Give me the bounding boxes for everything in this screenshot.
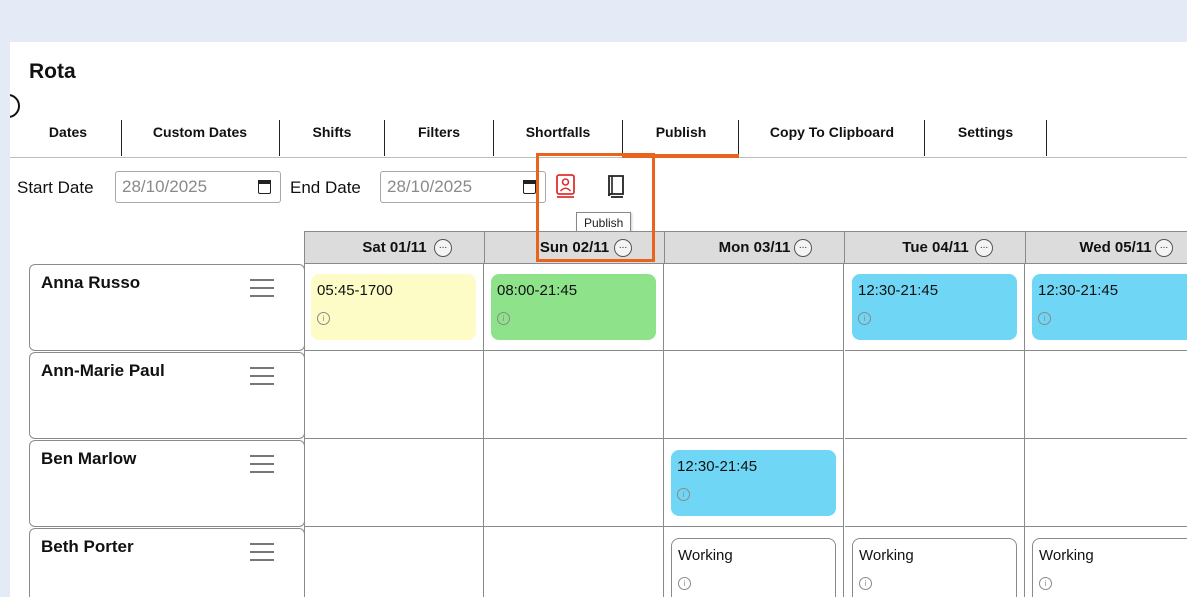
rota-cell[interactable] xyxy=(1025,439,1187,527)
shift-time: Working xyxy=(859,547,914,564)
book-icon[interactable] xyxy=(604,173,628,199)
day-options-button[interactable]: ... xyxy=(794,239,812,257)
rota-cell[interactable] xyxy=(304,351,484,439)
staff-card[interactable]: Anna Russo xyxy=(29,264,305,351)
tab-filters[interactable]: Filters xyxy=(385,120,493,157)
day-label: Tue 04/11 xyxy=(902,239,969,256)
staff-name: Ben Marlow xyxy=(41,449,137,468)
day-header: Sat 01/11... xyxy=(305,232,485,263)
shift-time: 12:30-21:45 xyxy=(858,282,939,299)
rota-cell[interactable] xyxy=(664,351,844,439)
rota-cell[interactable] xyxy=(304,439,484,527)
shift-time: 08:00-21:45 xyxy=(497,282,578,299)
tab-separator xyxy=(1046,120,1047,156)
info-icon[interactable]: i xyxy=(1039,577,1052,590)
shift-block[interactable]: 05:45-1700 i xyxy=(311,274,476,340)
active-tab-indicator xyxy=(622,154,739,158)
staff-card[interactable]: Ben Marlow xyxy=(29,440,305,527)
shift-time: 12:30-21:45 xyxy=(677,458,758,475)
shift-block[interactable]: 08:00-21:45 i xyxy=(491,274,656,340)
shift-time: Working xyxy=(1039,547,1094,564)
end-date-label: End Date xyxy=(290,178,361,197)
tab-shortfalls[interactable]: Shortfalls xyxy=(494,120,622,157)
staff-menu-icon[interactable] xyxy=(250,543,274,563)
rota-cell[interactable] xyxy=(484,351,664,439)
rota-cell[interactable] xyxy=(484,527,664,597)
shift-block[interactable]: Working i xyxy=(852,538,1017,597)
staff-menu-icon[interactable] xyxy=(250,367,274,387)
shift-block[interactable]: 12:30-21:45 i xyxy=(852,274,1017,340)
info-icon[interactable]: i xyxy=(1038,312,1051,325)
day-header: Tue 04/11... xyxy=(846,232,1026,263)
end-date-input[interactable] xyxy=(380,171,546,203)
tab-publish[interactable]: Publish xyxy=(623,120,739,157)
staff-card[interactable]: Beth Porter xyxy=(29,528,305,597)
day-options-button[interactable]: ... xyxy=(614,239,632,257)
shift-block[interactable]: 12:30-21:45 i xyxy=(671,450,836,516)
tab-copy-to-clipboard[interactable]: Copy To Clipboard xyxy=(739,120,925,157)
staff-card[interactable]: Ann-Marie Paul xyxy=(29,352,305,439)
shift-time: 05:45-1700 xyxy=(317,282,393,299)
info-icon[interactable]: i xyxy=(859,577,872,590)
start-date-input[interactable] xyxy=(115,171,281,203)
rota-cell[interactable] xyxy=(1025,351,1187,439)
day-options-button[interactable]: ... xyxy=(1155,239,1173,257)
shift-block[interactable]: Working i xyxy=(1032,538,1187,597)
day-header: Sun 02/11... xyxy=(485,232,665,263)
staff-menu-icon[interactable] xyxy=(250,279,274,299)
staff-name: Ann-Marie Paul xyxy=(41,361,165,380)
shift-block[interactable]: Working i xyxy=(671,538,836,597)
day-label: Mon 03/11 xyxy=(718,239,791,256)
collapse-handle[interactable] xyxy=(10,94,20,118)
calendar-icon[interactable] xyxy=(258,180,271,194)
rota-cell[interactable] xyxy=(845,439,1025,527)
rota-cell[interactable] xyxy=(484,439,664,527)
day-header: Mon 03/11... xyxy=(665,232,845,263)
day-label: Sat 01/11 xyxy=(362,239,427,256)
tab-dates[interactable]: Dates xyxy=(24,120,112,157)
staff-name: Beth Porter xyxy=(41,537,134,556)
tab-bar: Dates Custom Dates Shifts Filters Shortf… xyxy=(10,120,1187,158)
tab-settings[interactable]: Settings xyxy=(925,120,1046,157)
day-label: Sun 02/11 xyxy=(539,239,610,256)
page-title: Rota xyxy=(29,60,76,83)
day-options-button[interactable]: ... xyxy=(434,239,452,257)
start-date-label: Start Date xyxy=(17,178,94,197)
rota-cell[interactable] xyxy=(664,263,844,351)
rota-cell[interactable] xyxy=(845,351,1025,439)
publish-staff-icon[interactable] xyxy=(554,173,578,199)
info-icon[interactable]: i xyxy=(677,488,690,501)
staff-menu-icon[interactable] xyxy=(250,455,274,475)
info-icon[interactable]: i xyxy=(497,312,510,325)
day-header-row: Sat 01/11... Sun 02/11... Mon 03/11... Tue … xyxy=(304,231,1187,264)
tab-shifts[interactable]: Shifts xyxy=(280,120,384,157)
day-header: Wed 05/11... xyxy=(1026,232,1187,263)
day-label: Wed 05/11 xyxy=(1079,239,1152,256)
info-icon[interactable]: i xyxy=(678,577,691,590)
info-icon[interactable]: i xyxy=(317,312,330,325)
calendar-icon[interactable] xyxy=(523,180,536,194)
rota-cell[interactable] xyxy=(304,527,484,597)
info-icon[interactable]: i xyxy=(858,312,871,325)
rota-panel: Rota Dates Custom Dates Shifts Filters S… xyxy=(10,42,1187,597)
shift-time: 12:30-21:45 xyxy=(1038,282,1119,299)
shift-time: Working xyxy=(678,547,733,564)
staff-name: Anna Russo xyxy=(41,273,141,292)
shift-block[interactable]: 12:30-21:45 i xyxy=(1032,274,1187,340)
tab-custom-dates[interactable]: Custom Dates xyxy=(122,120,278,157)
day-options-button[interactable]: ... xyxy=(975,239,993,257)
